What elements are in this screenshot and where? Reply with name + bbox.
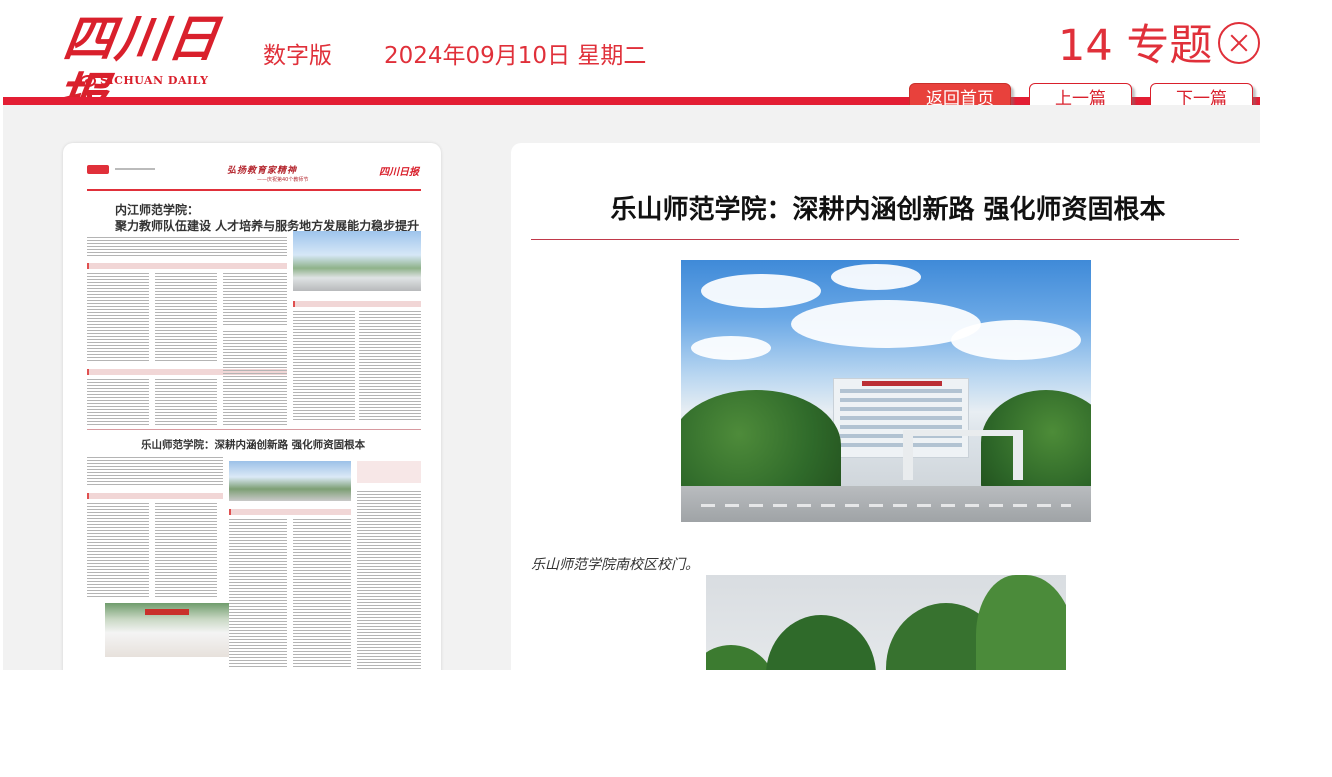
- body-text-column: [87, 503, 149, 599]
- article-separator: [87, 429, 421, 430]
- body-text-column: [87, 273, 149, 363]
- body-text-column: [293, 311, 355, 421]
- masthead-date-line: [115, 168, 155, 170]
- newspaper-photo-group: [105, 603, 229, 657]
- article-panel: 乐山师范学院：深耕内涵创新路 强化师资固根本 乐山师范学院南校区校门。: [511, 143, 1260, 670]
- body-text-column: [87, 379, 149, 425]
- subheading-bar: [229, 509, 351, 515]
- title-divider: [531, 239, 1239, 240]
- section-banner-subtitle: ——庆祝第40个教师节: [257, 177, 309, 183]
- article-headline-neijiang-line1[interactable]: 内江师范学院：: [115, 201, 199, 218]
- newspaper-page: 弘扬教育家精神 ——庆祝第40个教师节 四川日报 内江师范学院： 聚力教师队伍建…: [87, 161, 421, 670]
- body-text-block: [87, 237, 287, 257]
- issue-date: 2024年09月10日 星期二: [384, 43, 647, 69]
- photo-cloud: [691, 336, 771, 360]
- body-text-column: [223, 273, 287, 325]
- photo-tree: [766, 615, 876, 670]
- logo-english-row: SICHUAN DAILY: [80, 74, 209, 87]
- article-title: 乐山师范学院：深耕内涵创新路 强化师资固根本: [610, 195, 1166, 225]
- article-photo-second[interactable]: [706, 575, 1066, 670]
- photo-tree: [976, 575, 1066, 670]
- photo-gate: [903, 430, 1023, 480]
- body-text-column: [155, 379, 217, 425]
- body-text-column: [155, 273, 217, 363]
- article-headline-leshan[interactable]: 乐山师范学院：深耕内涵创新路 强化师资固根本: [141, 437, 365, 452]
- sichuan-daily-emblem-icon: [80, 74, 96, 87]
- body-text-column: [223, 331, 287, 425]
- edition-label: 数字版: [263, 43, 332, 69]
- photo-cloud: [701, 274, 821, 308]
- newspaper-page-thumbnail[interactable]: 弘扬教育家精神 ——庆祝第40个教师节 四川日报 内江师范学院： 聚力教师队伍建…: [63, 143, 441, 670]
- subheading-bar: [87, 263, 287, 269]
- sidebar-callout-box: [357, 461, 421, 483]
- close-circle-icon[interactable]: [1218, 22, 1260, 64]
- masthead-red-rule: [87, 189, 421, 191]
- content-area: 弘扬教育家精神 ——庆祝第40个教师节 四川日报 内江师范学院： 聚力教师队伍建…: [3, 105, 1260, 670]
- page-number-badge: [87, 165, 109, 174]
- article-photo-campus-gate[interactable]: [681, 260, 1091, 522]
- photo-trees-left: [681, 390, 841, 500]
- page-header: 四川日报 SICHUAN DAILY 数字版 2024年09月10日 星期二 1…: [0, 0, 1332, 126]
- subheading-bar: [293, 301, 421, 307]
- newspaper-mini-logo: 四川日报: [379, 167, 419, 178]
- logo-english-text: SICHUAN DAILY: [100, 74, 209, 87]
- page-number-section: 14 专题: [1058, 21, 1213, 71]
- section-banner-title: 弘扬教育家精神: [227, 166, 298, 176]
- body-text-column: [293, 519, 351, 669]
- body-text-column: [155, 503, 217, 599]
- body-text-block: [87, 457, 223, 485]
- body-text-column: [229, 519, 287, 669]
- photo-caption: 乐山师范学院南校区校门。: [531, 557, 699, 573]
- sichuan-daily-logo[interactable]: 四川日报 SICHUAN DAILY: [52, 9, 233, 126]
- section-banner: 弘扬教育家精神 ——庆祝第40个教师节: [205, 161, 315, 187]
- photo-building-sign: [862, 381, 942, 386]
- subheading-bar: [87, 493, 223, 499]
- newspaper-photo-leshan-gate: [229, 461, 351, 501]
- photo-cloud: [831, 264, 921, 290]
- newspaper-masthead: 弘扬教育家精神 ——庆祝第40个教师节 四川日报: [87, 161, 421, 201]
- body-text-column: [357, 491, 421, 669]
- photo-road-markings: [701, 504, 1071, 507]
- body-text-column: [359, 311, 421, 421]
- newspaper-photo-campus: [293, 231, 421, 291]
- photo-cloud: [951, 320, 1081, 360]
